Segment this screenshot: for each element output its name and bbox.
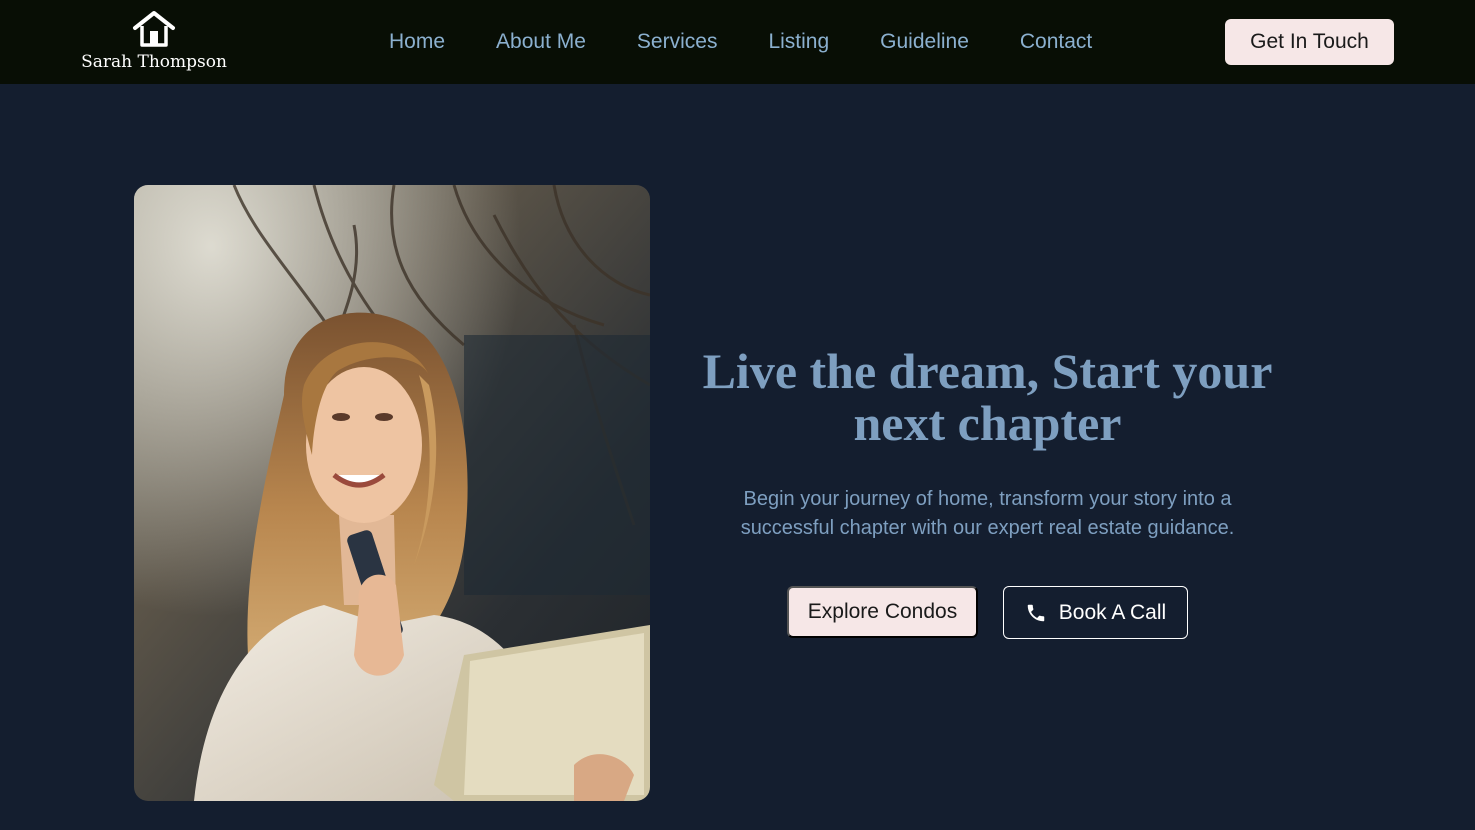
hero-image	[134, 185, 650, 801]
nav-guideline[interactable]: Guideline	[880, 30, 969, 54]
nav-listing[interactable]: Listing	[768, 30, 829, 54]
explore-condos-button[interactable]: Explore Condos	[787, 586, 978, 638]
book-a-call-label: Book A Call	[1058, 600, 1167, 624]
navbar: Sarah Thompson Home About Me Services Li…	[0, 0, 1475, 84]
hero-subtitle: Begin your journey of home, transform yo…	[740, 488, 1235, 539]
book-a-call-button[interactable]: Book A Call	[1003, 586, 1188, 639]
phone-icon	[1025, 602, 1047, 624]
brand-logo[interactable]: Sarah Thompson	[81, 10, 227, 80]
hero-title: Live the dream, Start your next chapter	[702, 343, 1273, 451]
house-icon	[132, 10, 176, 48]
nav-contact[interactable]: Contact	[1020, 30, 1092, 54]
hero-copy: Live the dream, Start your next chapter …	[690, 345, 1285, 543]
nav-about-me[interactable]: About Me	[496, 30, 586, 54]
hero-buttons: Explore Condos Book A Call	[787, 586, 1188, 639]
main-nav: Home About Me Services Listing Guideline…	[389, 28, 1092, 56]
get-in-touch-button[interactable]: Get In Touch	[1225, 19, 1394, 65]
nav-services[interactable]: Services	[637, 30, 718, 54]
nav-home[interactable]: Home	[389, 30, 445, 54]
brand-name: Sarah Thompson	[81, 52, 227, 72]
